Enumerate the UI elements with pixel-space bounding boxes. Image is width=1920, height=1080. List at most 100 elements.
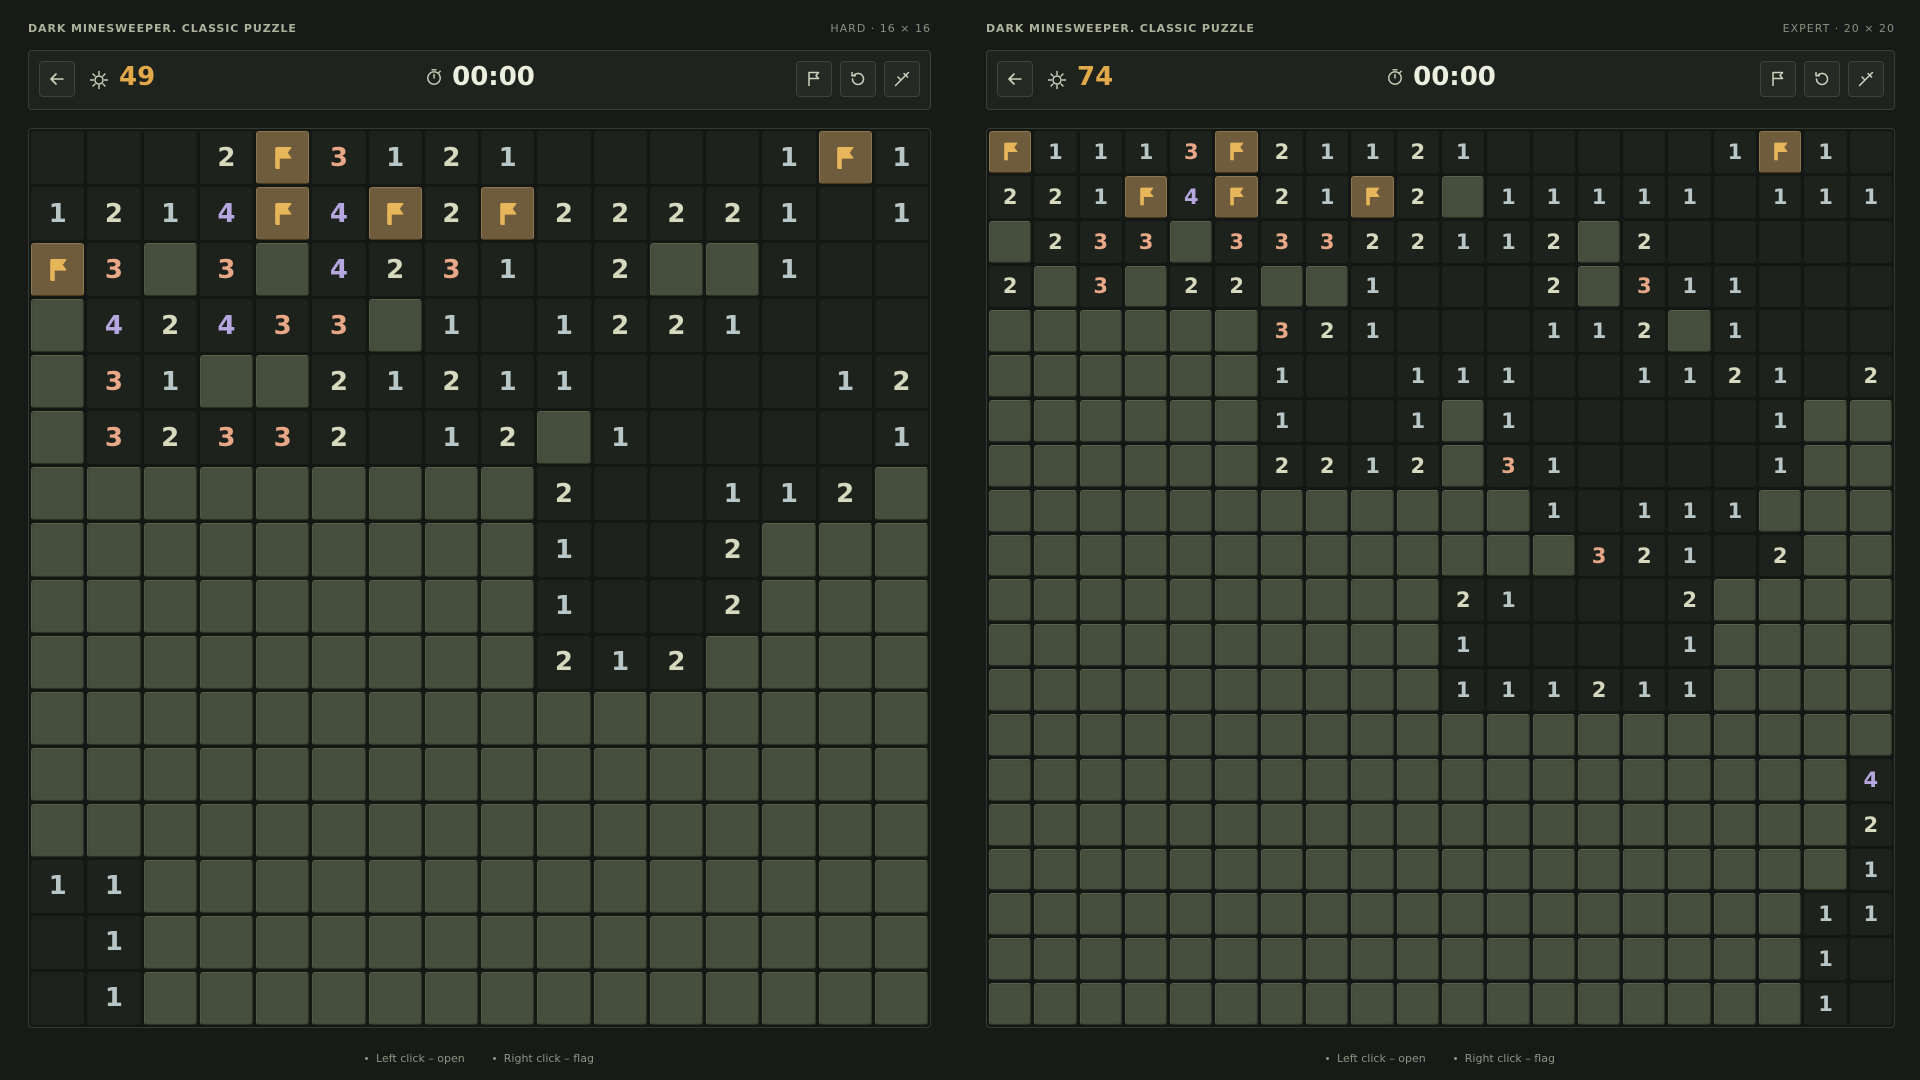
number-cell[interactable]: 3 [256, 299, 310, 353]
hidden-cell[interactable] [1532, 534, 1575, 577]
hidden-cell[interactable] [1759, 579, 1802, 622]
empty-cell[interactable] [1351, 400, 1394, 442]
hidden-cell[interactable] [1759, 714, 1802, 756]
hidden-cell[interactable] [1034, 265, 1077, 308]
hidden-cell[interactable] [1215, 534, 1258, 577]
hidden-cell[interactable] [1034, 355, 1077, 398]
hidden-cell[interactable] [1804, 803, 1847, 846]
number-cell[interactable]: 1 [1759, 400, 1802, 442]
number-cell[interactable]: 2 [818, 467, 872, 521]
hidden-cell[interactable] [1124, 400, 1168, 442]
number-cell[interactable]: 1 [1396, 355, 1439, 398]
number-cell[interactable]: 1 [762, 243, 816, 297]
empty-cell[interactable] [1532, 131, 1575, 173]
number-cell[interactable]: 1 [1441, 131, 1485, 173]
empty-cell[interactable] [1577, 131, 1621, 173]
hidden-cell[interactable] [1849, 624, 1892, 667]
hidden-cell[interactable] [312, 747, 366, 801]
hidden-cell[interactable] [1577, 983, 1621, 1025]
hidden-cell[interactable] [1260, 624, 1304, 667]
hidden-cell[interactable] [481, 691, 535, 745]
hidden-cell[interactable] [312, 971, 366, 1025]
hidden-cell[interactable] [593, 859, 647, 913]
hidden-cell[interactable] [649, 747, 703, 801]
hidden-cell[interactable] [1260, 579, 1304, 622]
number-cell[interactable]: 1 [1804, 893, 1847, 936]
number-cell[interactable]: 2 [1306, 310, 1349, 353]
number-cell[interactable]: 2 [1759, 534, 1802, 577]
number-cell[interactable]: 2 [1849, 803, 1892, 846]
hidden-cell[interactable] [424, 579, 478, 633]
hidden-cell[interactable] [1487, 714, 1530, 756]
hidden-cell[interactable] [1215, 444, 1258, 487]
hidden-cell[interactable] [1034, 444, 1077, 487]
number-cell[interactable]: 1 [481, 355, 535, 409]
hidden-cell[interactable] [312, 803, 366, 857]
hidden-cell[interactable] [1713, 938, 1757, 981]
hidden-cell[interactable] [1124, 848, 1168, 891]
empty-cell[interactable] [1849, 938, 1892, 981]
hidden-cell[interactable] [874, 467, 928, 521]
number-cell[interactable]: 3 [1577, 534, 1621, 577]
number-cell[interactable]: 1 [424, 411, 478, 465]
hidden-cell[interactable] [1713, 848, 1757, 891]
hidden-cell[interactable] [368, 523, 422, 577]
hidden-cell[interactable] [818, 915, 872, 969]
hidden-cell[interactable] [87, 523, 141, 577]
hidden-cell[interactable] [649, 915, 703, 969]
hidden-cell[interactable] [1079, 758, 1122, 801]
hidden-cell[interactable] [1170, 669, 1213, 712]
empty-cell[interactable] [818, 299, 872, 353]
number-cell[interactable]: 3 [1487, 444, 1530, 487]
number-cell[interactable]: 2 [1623, 534, 1666, 577]
empty-cell[interactable] [1849, 983, 1892, 1025]
empty-cell[interactable] [818, 243, 872, 297]
number-cell[interactable]: 2 [537, 467, 591, 521]
hidden-cell[interactable] [706, 803, 760, 857]
hidden-cell[interactable] [1759, 624, 1802, 667]
number-cell[interactable]: 3 [1260, 310, 1304, 353]
hidden-cell[interactable] [1351, 938, 1394, 981]
number-cell[interactable]: 2 [1849, 355, 1892, 398]
hidden-cell[interactable] [1441, 983, 1485, 1025]
hidden-cell[interactable] [1034, 983, 1077, 1025]
number-cell[interactable]: 2 [1623, 310, 1666, 353]
hidden-cell[interactable] [989, 310, 1032, 353]
hidden-cell[interactable] [424, 523, 478, 577]
flagged-cell[interactable] [256, 187, 310, 241]
hidden-cell[interactable] [1306, 893, 1349, 936]
empty-cell[interactable] [1713, 400, 1757, 442]
hidden-cell[interactable] [1351, 489, 1394, 532]
hidden-cell[interactable] [1034, 310, 1077, 353]
empty-cell[interactable] [649, 467, 703, 521]
empty-cell[interactable] [1577, 624, 1621, 667]
hidden-cell[interactable] [31, 411, 85, 465]
hidden-cell[interactable] [1079, 534, 1122, 577]
empty-cell[interactable] [1577, 355, 1621, 398]
number-cell[interactable]: 1 [1351, 310, 1394, 353]
number-cell[interactable]: 1 [1441, 220, 1485, 263]
hidden-cell[interactable] [1351, 579, 1394, 622]
number-cell[interactable]: 4 [1849, 758, 1892, 801]
hidden-cell[interactable] [424, 803, 478, 857]
hidden-cell[interactable] [1079, 579, 1122, 622]
hidden-cell[interactable] [649, 859, 703, 913]
number-cell[interactable]: 1 [1759, 175, 1802, 218]
hidden-cell[interactable] [1079, 983, 1122, 1025]
hidden-cell[interactable] [143, 635, 197, 689]
hidden-cell[interactable] [143, 243, 197, 297]
hidden-cell[interactable] [706, 635, 760, 689]
hidden-cell[interactable] [762, 971, 816, 1025]
hidden-cell[interactable] [1487, 758, 1530, 801]
number-cell[interactable]: 1 [87, 971, 141, 1025]
hidden-cell[interactable] [1713, 893, 1757, 936]
hidden-cell[interactable] [312, 915, 366, 969]
number-cell[interactable]: 1 [1713, 265, 1757, 308]
hidden-cell[interactable] [593, 915, 647, 969]
hidden-cell[interactable] [537, 411, 591, 465]
hidden-cell[interactable] [1487, 938, 1530, 981]
number-cell[interactable]: 2 [1306, 444, 1349, 487]
hidden-cell[interactable] [1079, 624, 1122, 667]
empty-cell[interactable] [706, 355, 760, 409]
empty-cell[interactable] [368, 411, 422, 465]
